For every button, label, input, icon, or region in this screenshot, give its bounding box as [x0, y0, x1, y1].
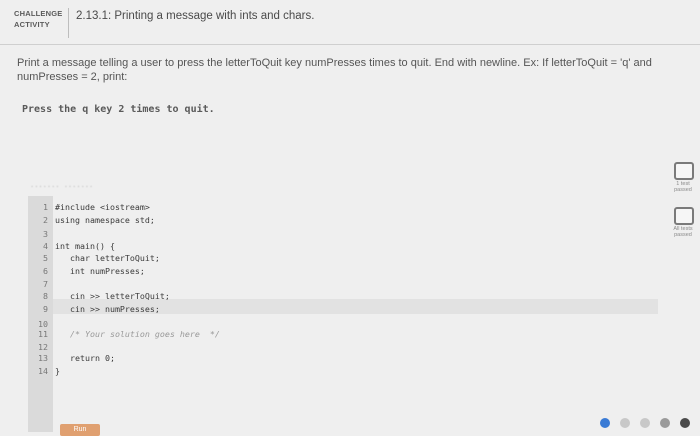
code-text[interactable]: return 0; — [55, 352, 115, 364]
store-icon[interactable] — [620, 418, 630, 428]
line-number: 7 — [43, 279, 48, 289]
code-line[interactable]: 3 — [28, 228, 648, 240]
code-line[interactable]: 2 using namespace std; — [28, 214, 648, 226]
run-button[interactable]: Run — [60, 424, 100, 436]
line-number: 9 — [43, 304, 48, 314]
test-status-label-1: 1 test passed — [674, 181, 692, 193]
badge-line2: ACTIVITY — [14, 20, 50, 29]
header-rule — [0, 44, 700, 45]
code-line[interactable]: 13 return 0; — [28, 352, 648, 364]
code-line[interactable]: 5 char letterToQuit; — [28, 252, 648, 264]
activity-prompt: Print a message telling a user to press … — [17, 56, 677, 84]
app-icon[interactable] — [680, 418, 690, 428]
prompt-line1: Print a message telling a user to press … — [17, 57, 652, 69]
test-status-label-2: All tests passed — [673, 226, 693, 238]
code-line[interactable]: 1 #include <iostream> — [28, 201, 648, 213]
header-divider — [68, 8, 69, 38]
line-number: 8 — [43, 291, 48, 301]
line-number: 5 — [43, 253, 48, 263]
code-line[interactable]: 9 cin >> numPresses; — [28, 303, 648, 315]
code-text[interactable]: #include <iostream> — [55, 201, 150, 213]
code-line[interactable]: 14} — [28, 365, 648, 377]
activity-header: CHALLENGE ACTIVITY 2.13.1: Printing a me… — [0, 0, 700, 44]
line-number: 4 — [43, 241, 48, 251]
line-number: 14 — [38, 366, 48, 376]
badge-line1: CHALLENGE — [14, 9, 63, 18]
activity-title: 2.13.1: Printing a message with ints and… — [76, 10, 315, 22]
line-number: 2 — [43, 215, 48, 225]
line-number: 11 — [38, 329, 48, 339]
code-text[interactable]: cin >> letterToQuit; — [55, 290, 170, 302]
line-number: 3 — [43, 229, 48, 239]
code-text[interactable]: char letterToQuit; — [55, 252, 160, 264]
line-number: 1 — [43, 202, 48, 212]
line-number: 6 — [43, 266, 48, 276]
code-line[interactable]: 7 — [28, 278, 648, 290]
code-text[interactable]: int main() { — [55, 240, 115, 252]
wifi-icon[interactable] — [660, 418, 670, 428]
system-tray — [510, 414, 700, 432]
code-text[interactable]: cin >> numPresses; — [55, 303, 160, 315]
challenge-activity-badge: CHALLENGE ACTIVITY — [14, 8, 64, 38]
code-text[interactable]: /* Your solution goes here */ — [55, 328, 220, 340]
test-status-box-1[interactable] — [674, 162, 694, 180]
edge-icon[interactable] — [600, 418, 610, 428]
example-output: Press the q key 2 times to quit. — [22, 104, 215, 115]
code-line[interactable]: 11 /* Your solution goes here */ — [28, 328, 648, 340]
prompt-line2: numPresses = 2, print: — [17, 71, 128, 83]
code-line[interactable]: 6 int numPresses; — [28, 265, 648, 277]
code-text[interactable]: using namespace std; — [55, 214, 155, 226]
code-text[interactable]: int numPresses; — [55, 265, 145, 277]
code-line[interactable]: 4 int main() { — [28, 240, 648, 252]
test-status-box-2[interactable] — [674, 207, 694, 225]
line-number: 13 — [38, 353, 48, 363]
code-id-label: ······· ······· — [30, 183, 94, 191]
settings-icon[interactable] — [640, 418, 650, 428]
code-text[interactable]: } — [55, 365, 60, 377]
code-line[interactable]: 8 cin >> letterToQuit; — [28, 290, 648, 302]
